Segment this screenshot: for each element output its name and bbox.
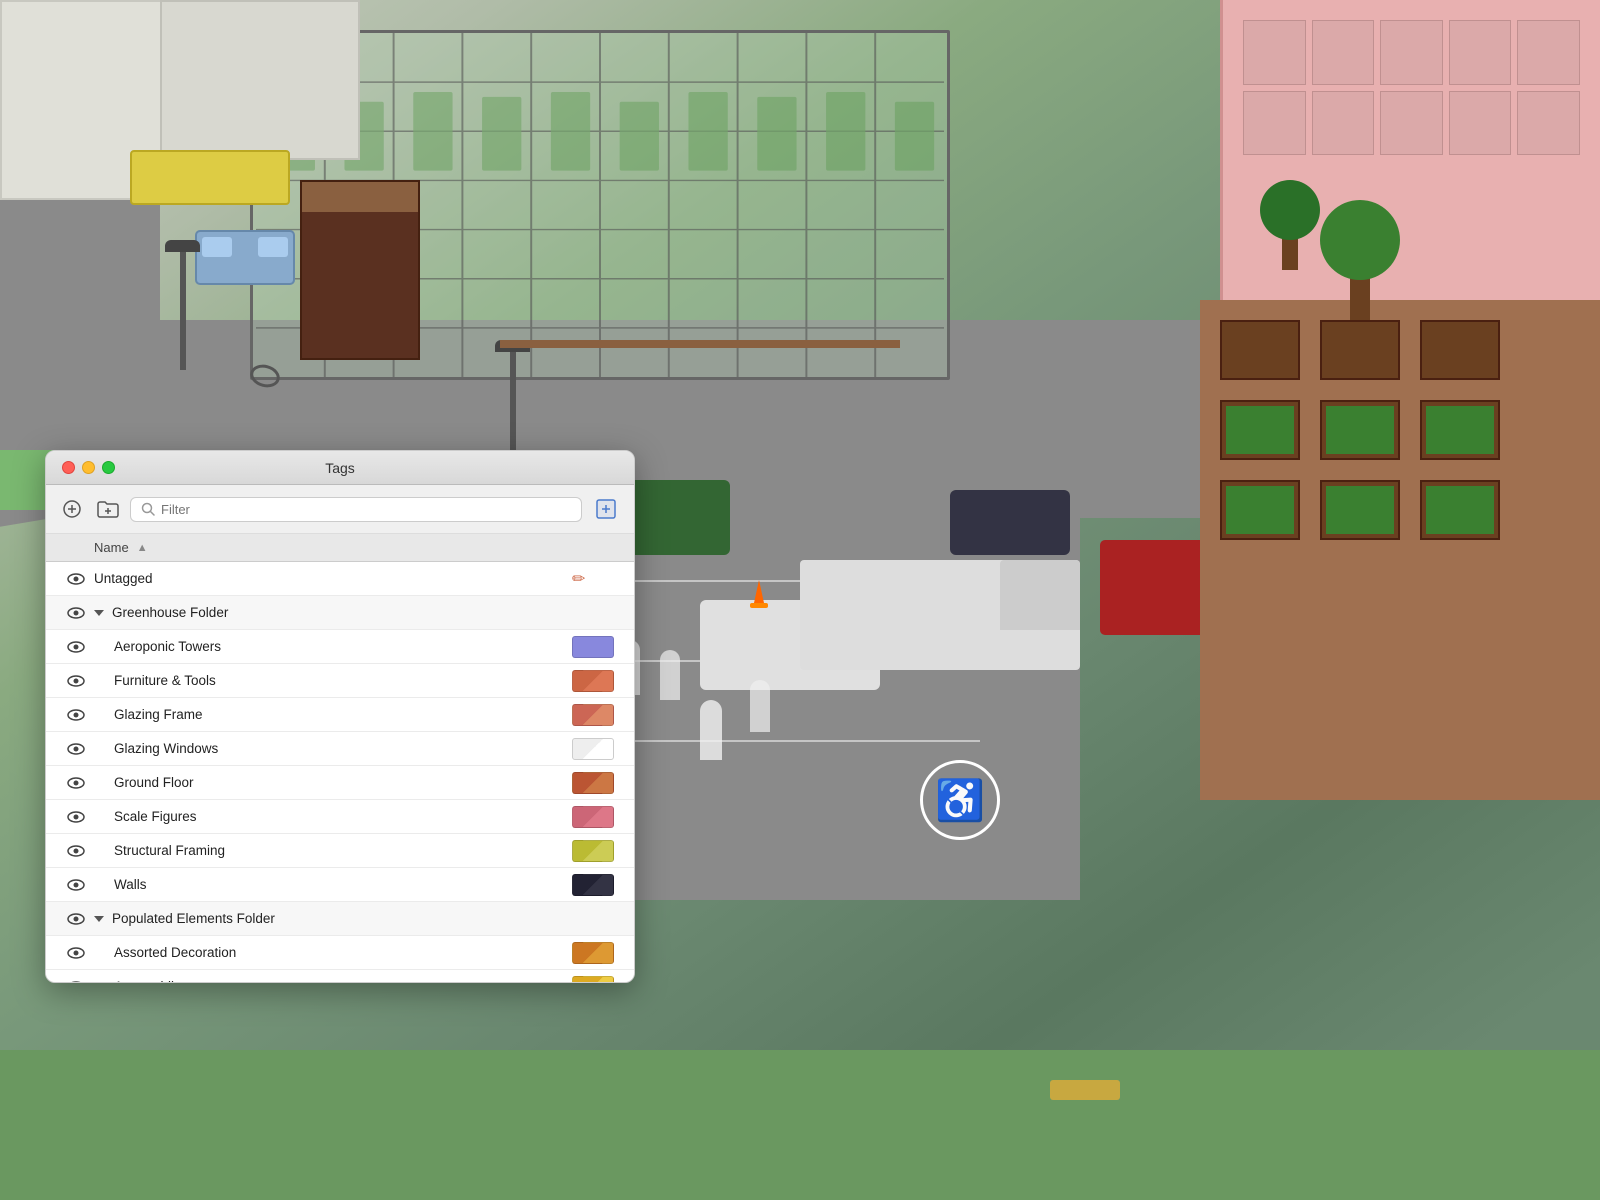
visibility-toggle[interactable] xyxy=(58,641,94,653)
row-color xyxy=(572,976,622,983)
column-headers: Name ▲ xyxy=(46,534,634,562)
search-icon xyxy=(141,502,155,516)
color-swatch[interactable] xyxy=(572,704,614,726)
row-color xyxy=(572,806,622,828)
row-label: Greenhouse Folder xyxy=(94,605,572,620)
panel-toolbar xyxy=(46,485,634,534)
color-swatch[interactable] xyxy=(572,636,614,658)
visibility-toggle[interactable] xyxy=(58,981,94,983)
row-label: Populated Elements Folder xyxy=(94,911,572,926)
list-item[interactable]: Automobiles xyxy=(46,970,634,982)
traffic-cone xyxy=(750,580,768,608)
expand-icon xyxy=(94,610,104,616)
list-item[interactable]: Assorted Decoration xyxy=(46,936,634,970)
list-item[interactable]: Glazing Frame xyxy=(46,698,634,732)
row-label: Assorted Decoration xyxy=(94,945,572,960)
list-item[interactable]: Walls xyxy=(46,868,634,902)
figure-2 xyxy=(660,650,680,700)
add-folder-button[interactable] xyxy=(94,495,122,523)
figure-3 xyxy=(700,700,722,760)
color-swatch[interactable] xyxy=(572,942,614,964)
row-label: Automobiles xyxy=(94,979,572,982)
visibility-toggle[interactable] xyxy=(58,811,94,823)
filter-input-wrap xyxy=(130,497,582,522)
garden-area xyxy=(1200,300,1600,800)
grass-bottom xyxy=(0,1050,1600,1200)
maximize-button[interactable] xyxy=(102,461,115,474)
row-label: Structural Framing xyxy=(94,843,572,858)
color-swatch[interactable] xyxy=(572,806,614,828)
visibility-toggle[interactable] xyxy=(58,777,94,789)
row-color xyxy=(572,772,622,794)
color-swatch[interactable] xyxy=(572,874,614,896)
row-label: Walls xyxy=(94,877,572,892)
color-swatch[interactable] xyxy=(572,670,614,692)
visibility-toggle[interactable] xyxy=(58,845,94,857)
close-button[interactable] xyxy=(62,461,75,474)
dark-building xyxy=(300,180,420,360)
visibility-toggle[interactable] xyxy=(58,709,94,721)
truck-white xyxy=(800,560,1080,670)
visibility-toggle[interactable] xyxy=(58,879,94,891)
row-label: Ground Floor xyxy=(94,775,572,790)
figure-4 xyxy=(750,680,770,732)
list-item[interactable]: Structural Framing xyxy=(46,834,634,868)
add-tag-button[interactable] xyxy=(58,495,86,523)
color-swatch[interactable] xyxy=(572,772,614,794)
visibility-toggle[interactable] xyxy=(58,675,94,687)
list-item[interactable]: Scale Figures xyxy=(46,800,634,834)
color-swatch[interactable] xyxy=(572,840,614,862)
color-swatch[interactable] xyxy=(572,738,614,760)
panel-titlebar: Tags xyxy=(46,451,634,485)
visibility-toggle[interactable] xyxy=(58,947,94,959)
visibility-toggle[interactable] xyxy=(58,573,94,585)
yellow-bus xyxy=(130,150,290,205)
tree-1 xyxy=(1320,200,1400,320)
list-item[interactable]: Ground Floor xyxy=(46,766,634,800)
list-item[interactable]: Aeroponic Towers xyxy=(46,630,634,664)
row-label: Aeroponic Towers xyxy=(94,639,572,654)
row-color xyxy=(572,636,622,658)
white-building-t2 xyxy=(160,0,360,160)
row-label: Furniture & Tools xyxy=(94,673,572,688)
list-item-folder[interactable]: Populated Elements Folder xyxy=(46,902,634,936)
row-label: Glazing Windows xyxy=(94,741,572,756)
row-label: Untagged xyxy=(94,571,572,586)
visibility-toggle[interactable] xyxy=(58,913,94,925)
sort-arrow: ▲ xyxy=(137,542,148,554)
row-color xyxy=(572,704,622,726)
tags-panel: Tags xyxy=(45,450,635,983)
pencil-icon: ✏ xyxy=(572,571,585,588)
tags-list: Untagged ✏ Greenhouse Folder xyxy=(46,562,634,982)
list-item[interactable]: Furniture & Tools xyxy=(46,664,634,698)
row-color xyxy=(572,738,622,760)
panel-title: Tags xyxy=(325,460,355,476)
row-color xyxy=(572,840,622,862)
fence xyxy=(500,340,900,348)
row-color xyxy=(572,670,622,692)
list-item[interactable]: Glazing Windows xyxy=(46,732,634,766)
color-swatch[interactable] xyxy=(572,976,614,983)
car-dark xyxy=(950,490,1070,555)
visibility-toggle[interactable] xyxy=(58,743,94,755)
camper-van xyxy=(195,230,295,285)
row-label: Glazing Frame xyxy=(94,707,572,722)
bench xyxy=(1050,1080,1120,1100)
name-column-header[interactable]: Name ▲ xyxy=(94,540,572,555)
row-color xyxy=(572,942,622,964)
visibility-toggle[interactable] xyxy=(58,607,94,619)
tree-2 xyxy=(1260,180,1320,270)
minimize-button[interactable] xyxy=(82,461,95,474)
lamp-post-1 xyxy=(180,250,186,370)
row-color: ✏ xyxy=(572,569,622,589)
row-color xyxy=(572,874,622,896)
filter-input[interactable] xyxy=(161,502,571,517)
export-button[interactable] xyxy=(590,493,622,525)
row-label: Scale Figures xyxy=(94,809,572,824)
expand-icon xyxy=(94,916,104,922)
list-item[interactable]: Untagged ✏ xyxy=(46,562,634,596)
list-item-folder[interactable]: Greenhouse Folder xyxy=(46,596,634,630)
